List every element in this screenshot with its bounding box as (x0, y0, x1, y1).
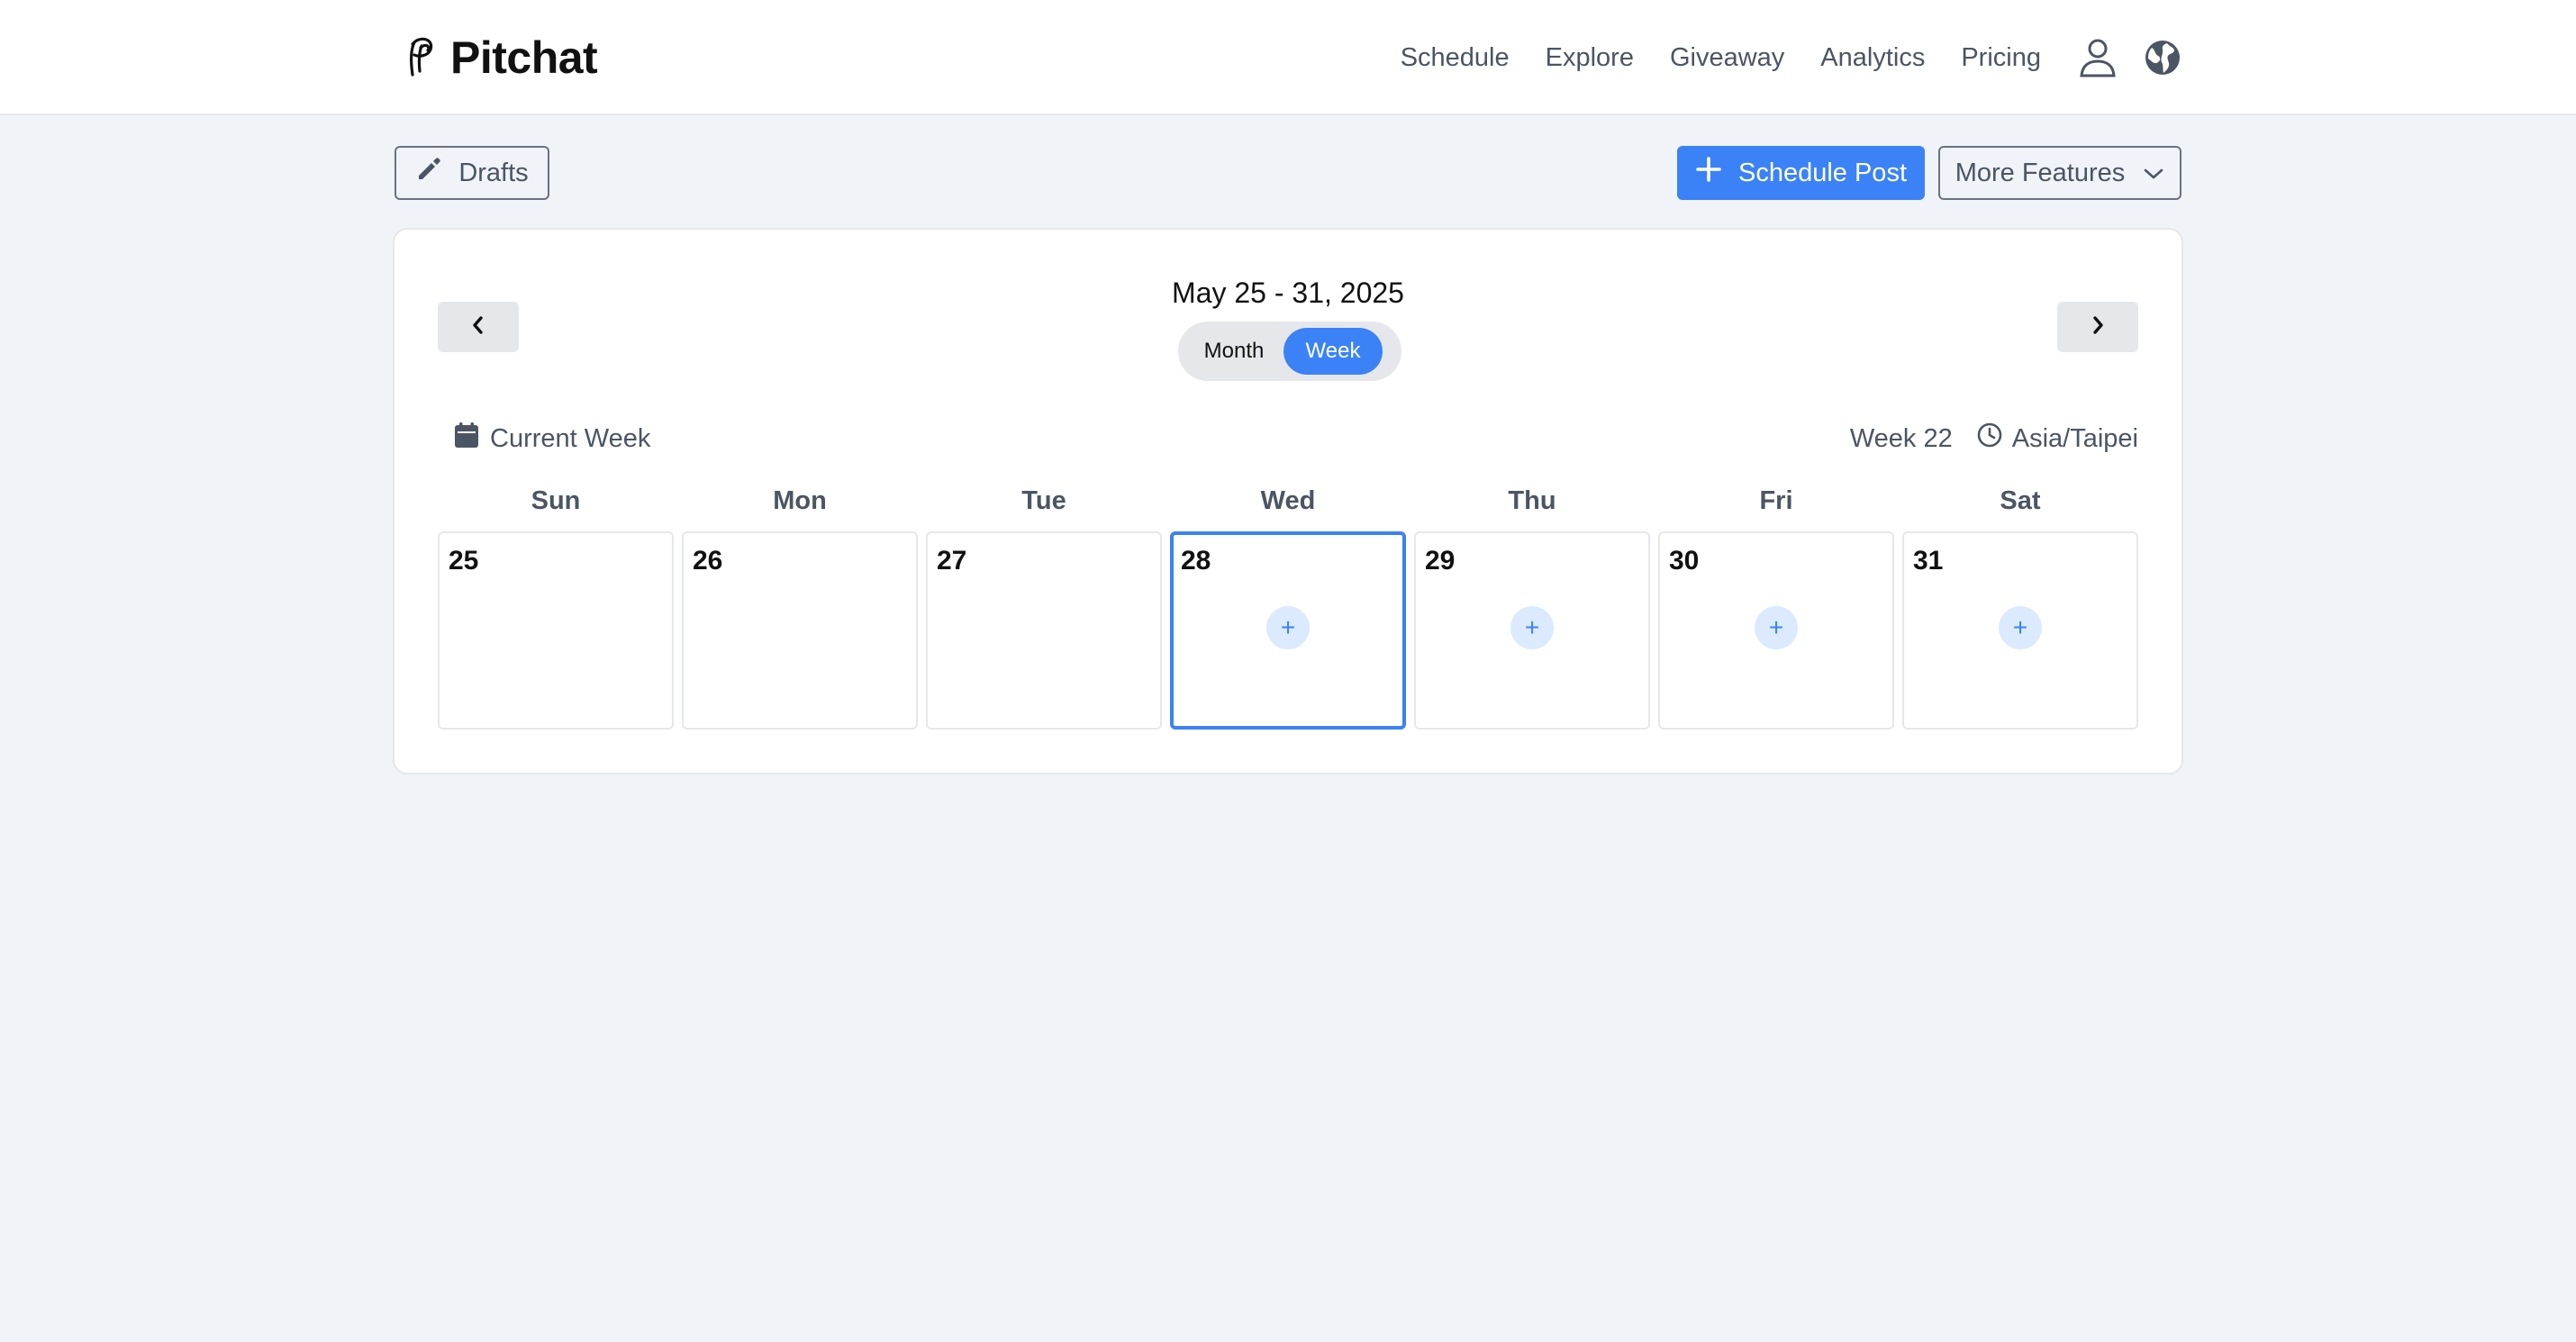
clock-icon (1976, 422, 2003, 456)
day-number: 27 (937, 546, 967, 576)
more-features-dropdown[interactable]: More Features (1938, 146, 2181, 200)
add-post-button[interactable]: + (1755, 606, 1798, 649)
globe-icon[interactable] (2144, 39, 2181, 77)
calendar-card: May 25 - 31, 2025 Month Week Current Wee… (393, 228, 2183, 775)
day-number: 25 (449, 546, 479, 576)
nav-pricing[interactable]: Pricing (1961, 43, 2041, 73)
plus-icon (1695, 156, 1722, 190)
day-number: 31 (1913, 546, 1944, 576)
day-cell-25[interactable]: 25 (438, 531, 674, 730)
drafts-label: Drafts (458, 158, 529, 187)
calendar-icon (454, 422, 479, 456)
timezone-label: Asia/Taipei (2011, 423, 2138, 453)
date-range-title: May 25 - 31, 2025 (1172, 277, 1404, 309)
weekday-tue: Tue (1021, 486, 1066, 515)
timezone-indicator: Asia/Taipei (1976, 422, 2138, 456)
chevron-left-icon (471, 314, 485, 340)
main-nav: Schedule Explore Giveaway Analytics Pric… (1401, 31, 2181, 85)
day-cell-29[interactable]: 29 + (1414, 531, 1650, 730)
weekday-sun: Sun (531, 486, 581, 515)
day-number: 29 (1425, 546, 1456, 576)
nav-explore[interactable]: Explore (1546, 43, 1634, 73)
next-week-button[interactable] (2057, 302, 2138, 352)
day-cell-31[interactable]: 31 + (1902, 531, 2138, 730)
week-view-option[interactable]: Week (1283, 328, 1383, 375)
weekday-fri: Fri (1759, 486, 1793, 515)
chevron-down-icon (2143, 159, 2164, 188)
schedule-post-label: Schedule Post (1737, 158, 1907, 187)
day-cell-28-today[interactable]: 28 + (1170, 531, 1406, 730)
weekday-mon: Mon (773, 486, 827, 515)
weekday-wed: Wed (1260, 486, 1316, 515)
add-post-button[interactable]: + (1999, 606, 2042, 649)
day-number: 28 (1181, 546, 1211, 576)
day-cell-27[interactable]: 27 (926, 531, 1162, 730)
brand[interactable]: Pitchat (404, 31, 598, 85)
month-view-option[interactable]: Month (1184, 328, 1283, 375)
day-cell-30[interactable]: 30 + (1658, 531, 1894, 730)
add-post-button[interactable]: + (1510, 606, 1554, 649)
nav-schedule[interactable]: Schedule (1401, 43, 1510, 73)
week-info: Week 22 Asia/Taipei (1850, 417, 2138, 460)
current-week-label: Current Week (490, 423, 651, 453)
more-features-label: More Features (1955, 158, 2126, 187)
day-cell-26[interactable]: 26 (682, 531, 918, 730)
current-week-indicator: Current Week (454, 417, 650, 460)
day-number: 30 (1669, 546, 1700, 576)
day-number: 26 (693, 546, 723, 576)
weekday-thu: Thu (1508, 486, 1556, 515)
day-grid: 25 26 27 28 + 29 + 30 + 31 + (438, 531, 2140, 730)
week-number: Week 22 (1849, 423, 1953, 453)
user-icon[interactable] (2079, 37, 2117, 78)
pencil-icon (415, 156, 442, 190)
view-toggle: Month Week (1178, 322, 1401, 381)
pitchat-logo-icon (404, 35, 438, 81)
schedule-post-button[interactable]: Schedule Post (1677, 146, 1925, 200)
chevron-right-icon (2091, 314, 2105, 340)
top-navbar: Pitchat Schedule Explore Giveaway Analyt… (0, 0, 2576, 115)
drafts-button[interactable]: Drafts (395, 146, 549, 200)
nav-giveaway[interactable]: Giveaway (1670, 43, 1784, 73)
brand-name: Pitchat (450, 32, 598, 83)
nav-analytics[interactable]: Analytics (1820, 43, 1925, 73)
add-post-button[interactable]: + (1266, 606, 1310, 649)
weekday-header: Sun Mon Tue Wed Thu Fri Sat (438, 480, 2140, 521)
weekday-sat: Sat (2000, 486, 2041, 515)
